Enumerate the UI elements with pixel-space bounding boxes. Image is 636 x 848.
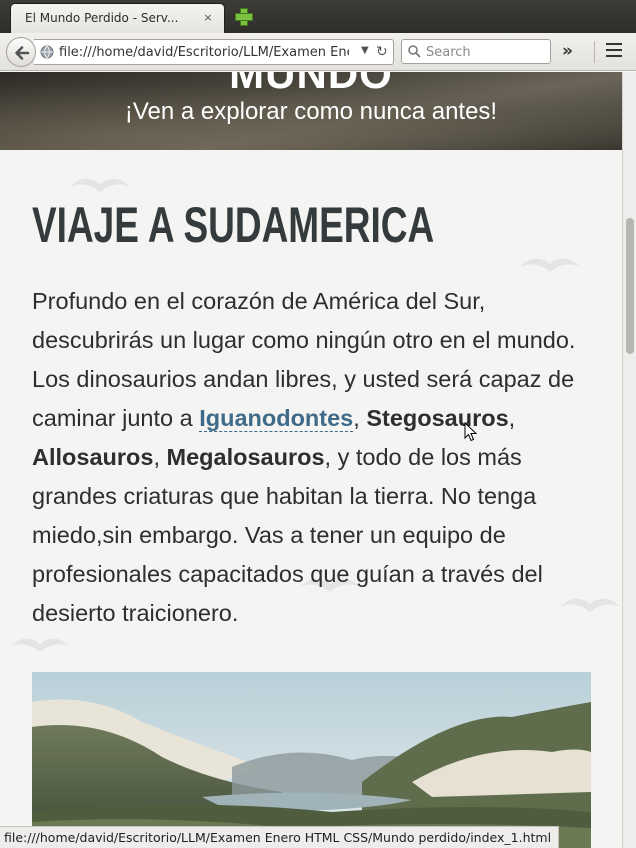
new-tab-plus-icon[interactable] (234, 7, 253, 26)
tab-strip: El Mundo Perdido - Serv... × (0, 0, 636, 33)
separator: , (353, 405, 367, 431)
reload-icon[interactable]: ↻ (376, 44, 388, 60)
tab-title: El Mundo Perdido - Serv... (25, 11, 179, 25)
background-bird-icon (10, 638, 70, 652)
section-title: VIAJE A SUDAMERICA (32, 197, 435, 253)
scrollbar-thumb[interactable] (626, 218, 634, 354)
landscape-illustration (32, 672, 591, 848)
search-bar[interactable] (401, 39, 551, 64)
intro-text-part2: , y todo de los más grandes criaturas qu… (32, 444, 543, 626)
allosaurus-term: Allosauros (32, 444, 154, 470)
overflow-chevron-button[interactable]: » (562, 41, 573, 61)
browser-tab-active[interactable]: El Mundo Perdido - Serv... × (10, 3, 225, 33)
url-bar[interactable]: file:///home/david/Escritorio/LLM/Examen… (34, 39, 394, 65)
hero-banner: MUNDO ¡Ven a explorar como nunca antes! (0, 72, 622, 150)
toolbar-separator (594, 41, 595, 63)
iguanodontes-link[interactable]: Iguanodontes (199, 405, 354, 432)
globe-icon (40, 45, 54, 59)
url-text[interactable]: file:///home/david/Escritorio/LLM/Examen… (59, 45, 349, 60)
hero-title: MUNDO (229, 72, 393, 97)
browser-window: El Mundo Perdido - Serv... × file:///hom… (0, 0, 636, 848)
separator: , (508, 405, 516, 431)
hamburger-menu-icon[interactable] (606, 43, 622, 59)
tab-close-icon[interactable]: × (201, 11, 215, 25)
intro-paragraph: Profundo en el corazón de América del Su… (32, 282, 592, 633)
landscape-image (32, 672, 591, 848)
back-button[interactable] (6, 37, 36, 67)
vertical-scrollbar[interactable] (622, 72, 636, 848)
navigation-toolbar: file:///home/david/Escritorio/LLM/Examen… (0, 33, 636, 71)
page-viewport[interactable]: MUNDO ¡Ven a explorar como nunca antes! … (0, 72, 622, 848)
mouse-cursor-icon (464, 422, 478, 442)
stegosaurus-term: Stegosauros (366, 405, 509, 431)
hero-tagline: ¡Ven a explorar como nunca antes! (124, 98, 498, 125)
search-input[interactable] (426, 43, 546, 61)
search-icon (408, 45, 421, 58)
background-bird-icon (520, 258, 580, 272)
back-arrow-icon (15, 46, 30, 60)
megalosaurus-term: Megalosauros (166, 444, 325, 470)
url-history-dropdown-icon[interactable]: ▼ (361, 45, 369, 56)
separator: , (153, 444, 167, 470)
status-bar: file:///home/david/Escritorio/LLM/Examen… (0, 826, 560, 848)
